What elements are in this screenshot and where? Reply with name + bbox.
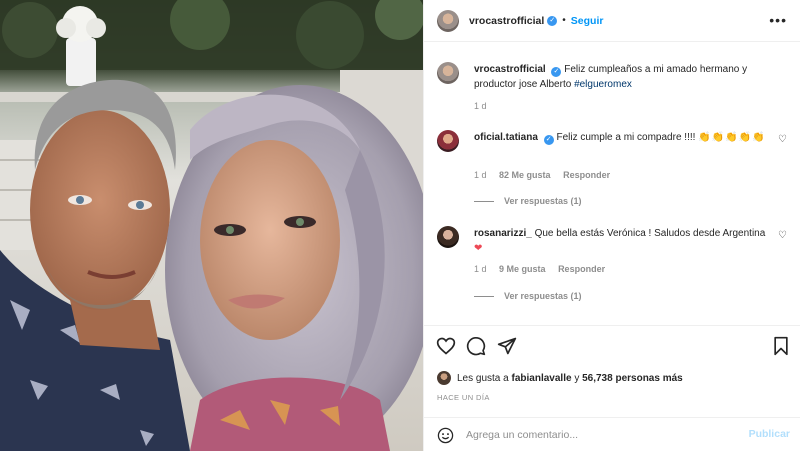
comment-message: Feliz cumple a mi compadre !!!! [556, 132, 699, 143]
caption-avatar[interactable] [437, 62, 459, 84]
like-comment-heart-icon[interactable]: ♡ [778, 134, 787, 145]
comment-username[interactable]: rosanarizzi_ [474, 228, 532, 239]
comments-list[interactable]: vrocastrofficial ✓ Feliz cumpleaños a mi… [424, 42, 800, 325]
liker-username[interactable]: fabianlavalle [512, 373, 572, 384]
action-icons [436, 336, 791, 358]
comment-meta: 1 d 82 Me gusta Responder [474, 170, 620, 180]
post-actions: Les gusta a fabianlavalle y 56,738 perso… [424, 325, 800, 451]
likes-prefix: Les gusta a [457, 372, 509, 384]
likes-summary: Les gusta a fabianlavalle y 56,738 perso… [437, 371, 683, 385]
caption-text: vrocastrofficial ✓ Feliz cumpleaños a mi… [474, 62, 774, 92]
clap-emoji: 👏👏👏👏👏 [698, 132, 766, 143]
post-timestamp: HACE UN DÍA [437, 393, 490, 402]
separator-dot: • [562, 15, 566, 26]
comment-time: 1 d [474, 264, 487, 274]
publish-button[interactable]: Publicar [749, 428, 790, 440]
heart-emoji: ❤ [474, 243, 483, 254]
like-comment-heart-icon[interactable]: ♡ [778, 230, 787, 241]
more-options-icon[interactable]: ••• [769, 13, 787, 27]
emoji-smiley-icon[interactable] [437, 427, 454, 444]
comment-username[interactable]: oficial.tatiana [474, 132, 538, 143]
likes-count[interactable]: 56,738 personas más [582, 373, 683, 384]
likes-middle: y [574, 372, 580, 384]
save-bookmark-icon[interactable] [771, 336, 791, 356]
post-panel: vrocastrofficial ✓ • Seguir ••• vrocastr… [423, 0, 800, 451]
selfie-image [0, 0, 423, 451]
post-header: vrocastrofficial ✓ • Seguir ••• [424, 0, 800, 42]
author-username[interactable]: vrocastrofficial [469, 15, 544, 27]
comment-likes[interactable]: 9 Me gusta [499, 264, 546, 274]
verified-icon: ✓ [543, 135, 554, 145]
add-comment-bar: Publicar [424, 417, 800, 451]
comment-avatar[interactable] [437, 130, 459, 152]
like-heart-icon[interactable] [436, 336, 456, 356]
post-photo[interactable] [0, 0, 423, 451]
liker-avatar[interactable] [437, 371, 451, 385]
verified-icon: ✓ [547, 15, 558, 26]
comment-likes[interactable]: 82 Me gusta [499, 170, 551, 180]
comment-bubble-icon[interactable] [466, 336, 486, 356]
reply-button[interactable]: Responder [558, 264, 605, 274]
share-paper-plane-icon[interactable] [497, 336, 517, 356]
reply-button[interactable]: Responder [563, 170, 610, 180]
comment-time: 1 d [474, 170, 487, 180]
caption-meta: 1 d [474, 101, 497, 111]
view-replies-button[interactable]: Ver respuestas (1) [474, 291, 582, 301]
caption-hashtag[interactable]: #elgueromex [574, 79, 632, 90]
follow-button[interactable]: Seguir [571, 15, 604, 27]
comment-text: oficial.tatiana ✓ Feliz cumple a mi comp… [474, 130, 774, 145]
view-replies-button[interactable]: Ver respuestas (1) [474, 196, 582, 206]
comment-text: rosanarizzi_ Que bella estás Verónica ! … [474, 226, 774, 256]
verified-icon: ✓ [551, 67, 562, 77]
comment-meta: 1 d 9 Me gusta Responder [474, 264, 615, 274]
comment-input[interactable] [466, 426, 746, 444]
comment-avatar[interactable] [437, 226, 459, 248]
comment-message: Que bella estás Verónica ! Saludos desde… [534, 228, 766, 239]
author-avatar[interactable] [437, 9, 459, 32]
caption-time: 1 d [474, 101, 487, 111]
caption-username[interactable]: vrocastrofficial [474, 64, 546, 75]
